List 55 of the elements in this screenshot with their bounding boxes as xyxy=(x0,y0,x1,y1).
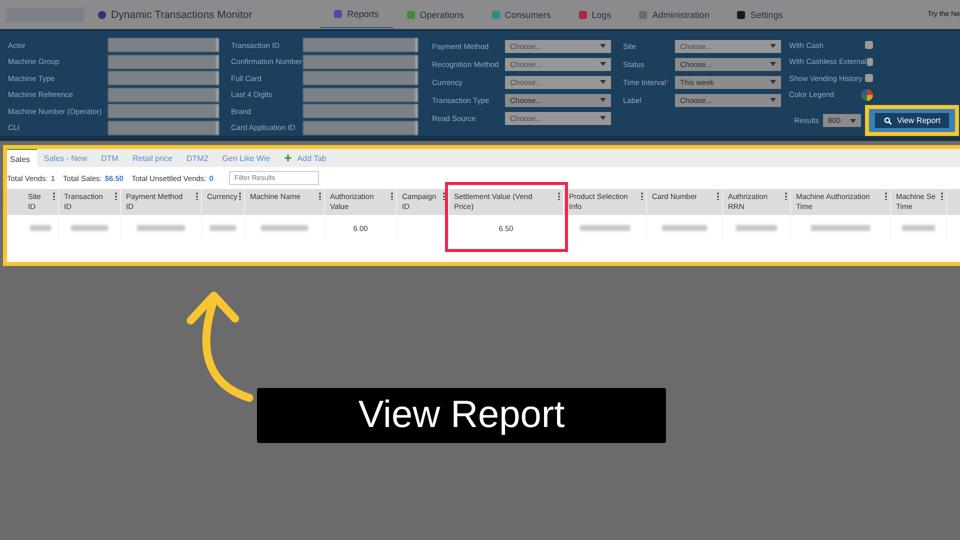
blurred-cell-content xyxy=(30,225,51,231)
blurred-input-field[interactable] xyxy=(108,54,219,69)
report-tab[interactable]: Sales xyxy=(7,149,38,167)
blurred-cell-content xyxy=(71,225,108,231)
checkbox[interactable] xyxy=(865,41,873,50)
view-report-button[interactable]: View Report xyxy=(875,113,950,128)
report-tab[interactable]: DTM xyxy=(94,149,126,167)
blurred-input-field[interactable] xyxy=(303,120,418,135)
report-tab[interactable]: Sales - New xyxy=(37,149,94,167)
search-icon xyxy=(884,116,892,124)
checkbox[interactable] xyxy=(865,74,873,82)
caret-icon xyxy=(600,116,606,120)
nav-tab[interactable]: Reports xyxy=(320,1,393,28)
caret-icon xyxy=(770,62,776,66)
blurred-cell-content xyxy=(137,225,185,231)
blurred-input-field[interactable] xyxy=(303,88,418,102)
caret-icon xyxy=(600,44,606,48)
blurred-input-field[interactable] xyxy=(108,104,219,118)
caret-icon xyxy=(600,80,606,84)
blurred-input-field[interactable] xyxy=(108,38,219,52)
blurred-input-field[interactable] xyxy=(303,38,418,52)
caret-icon xyxy=(850,118,856,122)
checkbox[interactable] xyxy=(866,58,873,66)
blurred-cell-content xyxy=(580,225,630,231)
blurred-input-field[interactable] xyxy=(303,71,418,86)
blurred-input-field[interactable] xyxy=(303,104,418,118)
blurred-cell-content xyxy=(662,225,707,231)
nav-tab[interactable]: Operations xyxy=(392,1,478,28)
add-tab-button[interactable]: Add Tab xyxy=(277,149,334,167)
nav-tab[interactable]: Consumers xyxy=(478,1,565,28)
blurred-cell-content xyxy=(210,225,236,231)
nav-tab[interactable]: Settings xyxy=(723,1,797,28)
blurred-input-field[interactable] xyxy=(108,120,219,135)
blurred-input-field[interactable] xyxy=(108,71,219,86)
blurred-cell-content xyxy=(810,225,870,231)
caret-icon xyxy=(770,98,776,102)
blurred-cell-content xyxy=(260,225,308,231)
caret-icon xyxy=(770,44,776,48)
report-tab[interactable]: Retail price xyxy=(125,149,180,167)
app-icon xyxy=(98,10,106,18)
nav-tab[interactable]: Logs xyxy=(564,1,626,28)
caret-icon xyxy=(770,80,776,84)
caption-banner: View Report xyxy=(257,388,666,443)
nav-tab[interactable]: Administration xyxy=(625,1,724,28)
blurred-input-field[interactable] xyxy=(303,54,418,69)
pie-chart-icon[interactable] xyxy=(861,88,873,101)
blurred-cell-content xyxy=(736,225,777,231)
blurred-input-field[interactable] xyxy=(108,88,219,102)
blurred-cell-content xyxy=(902,225,935,231)
caret-icon xyxy=(600,62,606,66)
app-title: Dynamic Transactions Monitor xyxy=(111,8,252,20)
report-tab[interactable]: Gen Like Wie xyxy=(215,149,278,167)
plus-icon xyxy=(284,154,292,162)
report-tab[interactable]: DTM2 xyxy=(179,149,216,167)
caret-icon xyxy=(600,98,606,102)
